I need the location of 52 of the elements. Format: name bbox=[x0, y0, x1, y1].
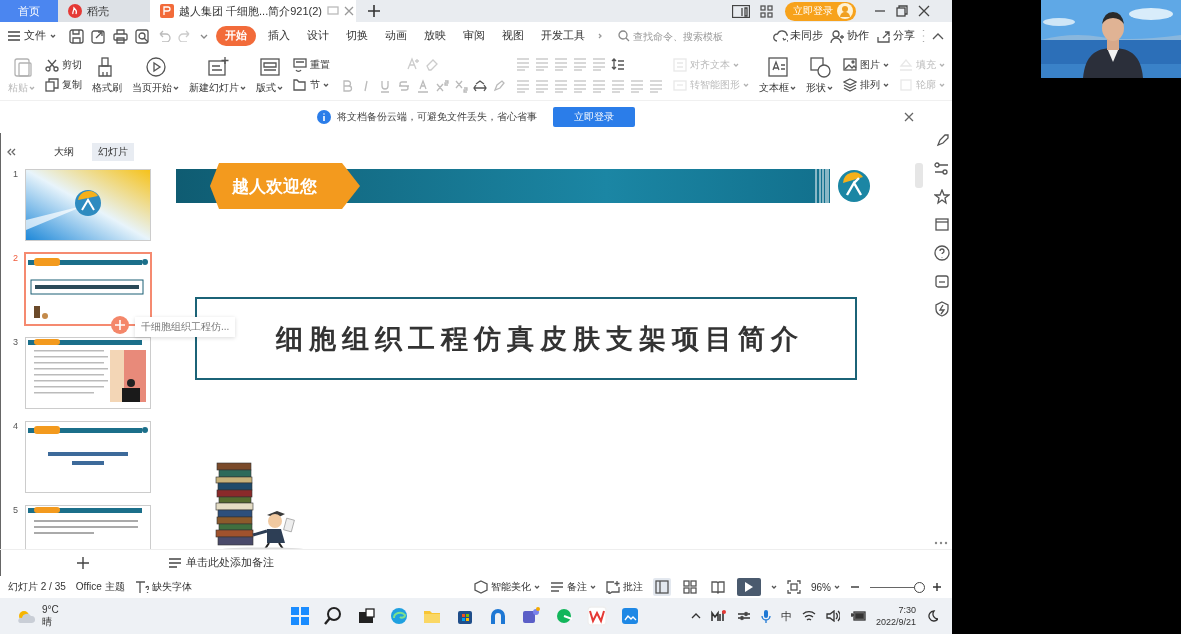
ribbon-button[interactable]: 格式刷 bbox=[92, 55, 122, 95]
ribbon-tab[interactable]: 设计 bbox=[302, 27, 334, 45]
notes-button[interactable]: 备注 bbox=[550, 580, 596, 594]
slide-number: 5 bbox=[13, 505, 19, 515]
file-menu[interactable]: 文件 bbox=[8, 29, 56, 43]
beautify-button[interactable]: 智能美化 bbox=[474, 580, 540, 594]
ribbon-tab[interactable]: 审阅 bbox=[458, 27, 490, 45]
ribbon-tab[interactable]: 开发工具 bbox=[536, 27, 590, 45]
panel-tab[interactable]: 大纲 bbox=[48, 143, 80, 161]
slide-number: 4 bbox=[13, 421, 19, 431]
notice-text: 将文档备份云端，可避免文件丢失，省心省事 bbox=[337, 110, 537, 124]
ribbon-tab[interactable]: 插入 bbox=[263, 27, 295, 45]
ribbon-tab[interactable]: 动画 bbox=[380, 27, 412, 45]
clock-time[interactable]: 7:30 bbox=[898, 604, 916, 616]
ribbon-button[interactable]: 节 bbox=[293, 78, 330, 92]
missing-fonts-button[interactable]: 缺失字体 bbox=[134, 580, 192, 594]
weather-condition: 晴 bbox=[42, 616, 53, 628]
slide-number: 2 bbox=[13, 253, 19, 263]
toolbar-button[interactable]: 分享 bbox=[876, 28, 915, 44]
clock-date[interactable]: 2022/9/21 bbox=[875, 616, 916, 628]
banner-label: 越人欢迎您 bbox=[210, 163, 360, 209]
toolbar-button[interactable]: 未同步 bbox=[773, 28, 823, 44]
slide-number: 1 bbox=[13, 169, 19, 179]
ribbon-button[interactable]: 排列 bbox=[843, 78, 889, 92]
ribbon-button[interactable]: 重置 bbox=[293, 58, 330, 72]
ribbon-button[interactable]: 当页开始 bbox=[132, 55, 179, 95]
ribbon-button[interactable]: 新建幻灯片 bbox=[189, 55, 246, 95]
login-button[interactable]: 立即登录 bbox=[553, 107, 635, 127]
ribbon-tab[interactable]: 放映 bbox=[419, 27, 451, 45]
app-tab[interactable]: 首页 bbox=[0, 0, 58, 22]
slide-title: 细胞组织工程仿真皮肤支架项目简介 bbox=[274, 322, 804, 356]
search-field[interactable]: 查找命令、搜索模板 bbox=[618, 30, 733, 42]
zoom-menu[interactable]: 96% bbox=[811, 581, 840, 593]
slide-number: 3 bbox=[13, 337, 19, 347]
comments-button[interactable]: 批注 bbox=[606, 580, 643, 594]
theme-button[interactable]: Office 主题 bbox=[75, 580, 125, 594]
ribbon-button[interactable]: 形状 bbox=[806, 55, 833, 95]
ribbon-button[interactable]: 版式 bbox=[256, 55, 283, 95]
ribbon-tab[interactable]: 视图 bbox=[497, 27, 529, 45]
ribbon-button[interactable]: 复制 bbox=[45, 78, 82, 92]
temperature: 9°C bbox=[42, 604, 59, 616]
app-tab[interactable]: 稻壳 bbox=[58, 0, 150, 22]
ribbon-button[interactable]: 图片 bbox=[843, 58, 889, 72]
ribbon-button[interactable]: 剪切 bbox=[45, 58, 82, 72]
notes-field[interactable]: 单击此处添加备注 bbox=[160, 556, 274, 570]
panel-tab[interactable]: 幻灯片 bbox=[92, 143, 134, 161]
slide-counter: 幻灯片 2 / 35 bbox=[8, 580, 66, 594]
ribbon-tab[interactable]: 切换 bbox=[341, 27, 373, 45]
tooltip: 千细胞组织工程仿... bbox=[135, 317, 236, 337]
toolbar-button[interactable]: 协作 bbox=[830, 28, 869, 44]
input-method[interactable]: 中 bbox=[780, 608, 792, 624]
ribbon-button[interactable]: 文本框 bbox=[759, 55, 796, 95]
